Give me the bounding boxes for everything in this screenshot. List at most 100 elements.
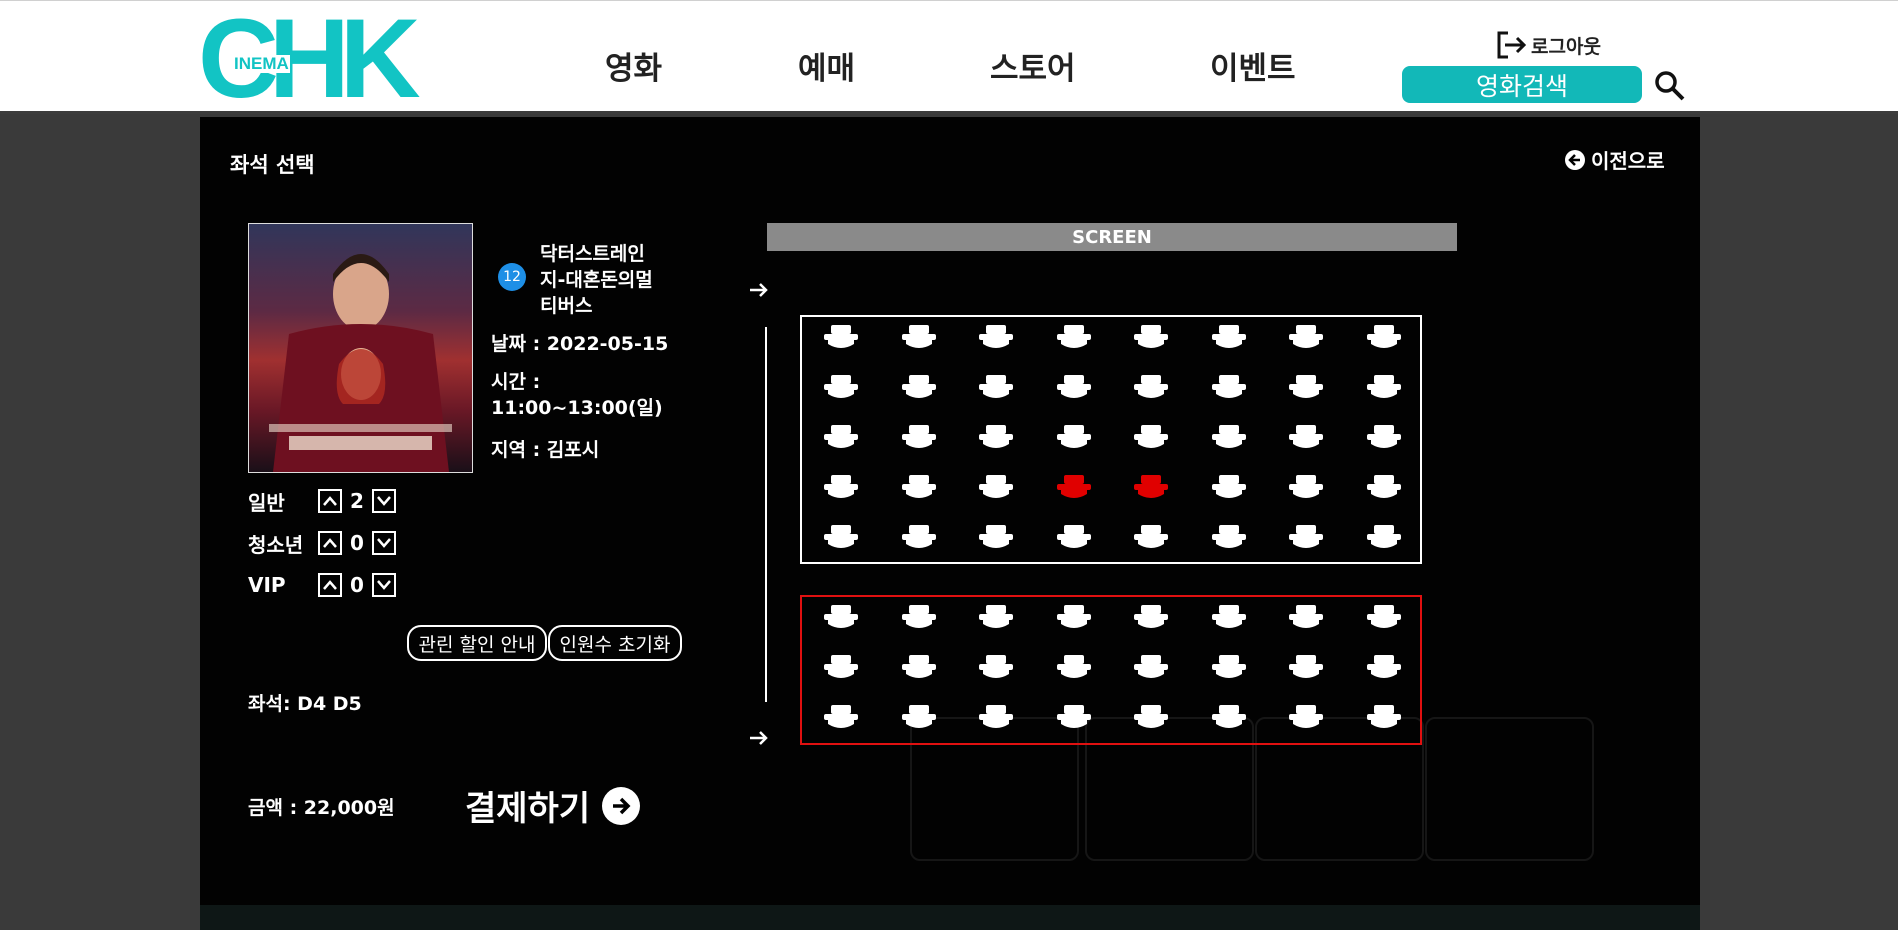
seat-D1[interactable]: [824, 475, 858, 501]
seat-E8[interactable]: [1366, 525, 1401, 551]
seat-C5[interactable]: [1134, 425, 1168, 451]
increase-button[interactable]: [318, 531, 342, 555]
seat-B5[interactable]: [1134, 375, 1168, 401]
seat-B3[interactable]: [979, 375, 1013, 401]
seat-B2[interactable]: [901, 375, 936, 401]
top-header: CHK INEMA 영화 예매 스토어 이벤트 로그아웃 영화검색: [0, 0, 1898, 115]
seat-A7[interactable]: [1289, 325, 1323, 351]
seat-B4[interactable]: [1056, 375, 1091, 401]
search-icon[interactable]: [1654, 70, 1686, 102]
seat-G5[interactable]: [1134, 655, 1168, 681]
seat-C6[interactable]: [1211, 425, 1246, 451]
seat-F1[interactable]: [824, 605, 858, 631]
increase-button[interactable]: [318, 573, 342, 597]
seat-H6[interactable]: [1211, 705, 1246, 731]
seat-E2[interactable]: [901, 525, 936, 551]
increase-button[interactable]: [318, 489, 342, 513]
count-label: 일반: [248, 490, 285, 515]
pay-button[interactable]: 결제하기: [465, 781, 641, 830]
premium-seat-section: [800, 595, 1422, 745]
seat-F8[interactable]: [1366, 605, 1401, 631]
seat-C7[interactable]: [1289, 425, 1323, 451]
seat-B6[interactable]: [1211, 375, 1246, 401]
seat-A8[interactable]: [1366, 325, 1401, 351]
seat-E6[interactable]: [1211, 525, 1246, 551]
seat-H4[interactable]: [1056, 705, 1091, 731]
seat-D2[interactable]: [901, 475, 936, 501]
seat-C4[interactable]: [1056, 425, 1091, 451]
logout-button[interactable]: 로그아웃: [1495, 27, 1601, 63]
seat-G1[interactable]: [824, 655, 858, 681]
seat-D6[interactable]: [1211, 475, 1246, 501]
movie-search-button[interactable]: 영화검색: [1402, 66, 1642, 103]
seat-F4[interactable]: [1056, 605, 1091, 631]
decrease-button[interactable]: [372, 573, 396, 597]
back-arrow-icon: [1565, 149, 1585, 170]
seat-G6[interactable]: [1211, 655, 1246, 681]
seat-E1[interactable]: [824, 525, 858, 551]
nav-movie[interactable]: 영화: [605, 43, 662, 88]
movie-title-line: 티버스: [540, 295, 593, 317]
entrance-arrow-icon: [750, 283, 768, 297]
seat-F5[interactable]: [1134, 605, 1168, 631]
seat-F3[interactable]: [979, 605, 1013, 631]
chevron-up-icon: [323, 538, 337, 548]
seat-A3[interactable]: [979, 325, 1013, 351]
seat-selection-modal: 좌석 선택 이전으로 12 닥터스트레인 지-대혼돈의멀 티버스 날짜 : 20…: [200, 117, 1700, 905]
count-label: 청소년: [248, 532, 304, 557]
decrease-button[interactable]: [372, 531, 396, 555]
seat-E7[interactable]: [1289, 525, 1323, 551]
seat-F7[interactable]: [1289, 605, 1323, 631]
seat-H5[interactable]: [1134, 705, 1168, 731]
seat-H7[interactable]: [1289, 705, 1323, 731]
logo[interactable]: CHK INEMA: [198, 3, 421, 115]
selected-seats: 좌석: D4 D5: [248, 693, 362, 715]
seat-A5[interactable]: [1134, 325, 1168, 351]
nav-booking[interactable]: 예매: [798, 43, 855, 88]
seat-D4[interactable]: [1056, 475, 1091, 501]
nav-store[interactable]: 스토어: [990, 43, 1076, 88]
seat-C3[interactable]: [979, 425, 1013, 451]
nav-event[interactable]: 이벤트: [1210, 43, 1296, 88]
seat-G7[interactable]: [1289, 655, 1323, 681]
backdrop-left: [0, 114, 200, 930]
back-button[interactable]: 이전으로: [1565, 145, 1665, 174]
seat-C1[interactable]: [824, 425, 858, 451]
discount-info-button[interactable]: 관린 할인 안내: [407, 625, 547, 661]
seat-A1[interactable]: [824, 325, 858, 351]
aisle-line: [765, 327, 767, 702]
count-value: 2: [350, 489, 364, 513]
backdrop-right: [1700, 114, 1898, 930]
decrease-button[interactable]: [372, 489, 396, 513]
seat-E3[interactable]: [979, 525, 1013, 551]
seat-H2[interactable]: [901, 705, 936, 731]
seat-G3[interactable]: [979, 655, 1013, 681]
seat-H3[interactable]: [979, 705, 1013, 731]
seat-E5[interactable]: [1134, 525, 1168, 551]
seat-A2[interactable]: [901, 325, 936, 351]
chevron-down-icon: [377, 580, 391, 590]
seat-E4[interactable]: [1056, 525, 1091, 551]
seat-D8[interactable]: [1366, 475, 1401, 501]
seat-F6[interactable]: [1211, 605, 1246, 631]
seat-F2[interactable]: [901, 605, 936, 631]
seat-B7[interactable]: [1289, 375, 1323, 401]
count-row-vip: VIP 0: [248, 571, 396, 599]
reset-count-button[interactable]: 인원수 초기화: [548, 625, 682, 661]
seat-D5[interactable]: [1134, 475, 1168, 501]
seat-G2[interactable]: [901, 655, 936, 681]
count-value: 0: [350, 573, 364, 597]
seat-H8[interactable]: [1366, 705, 1401, 731]
seat-A4[interactable]: [1056, 325, 1091, 351]
seat-B1[interactable]: [824, 375, 858, 401]
movie-poster: [248, 223, 473, 473]
seat-H1[interactable]: [824, 705, 858, 731]
seat-A6[interactable]: [1211, 325, 1246, 351]
seat-G8[interactable]: [1366, 655, 1401, 681]
seat-G4[interactable]: [1056, 655, 1091, 681]
seat-D3[interactable]: [979, 475, 1013, 501]
seat-C8[interactable]: [1366, 425, 1401, 451]
seat-D7[interactable]: [1289, 475, 1323, 501]
seat-B8[interactable]: [1366, 375, 1401, 401]
seat-C2[interactable]: [901, 425, 936, 451]
